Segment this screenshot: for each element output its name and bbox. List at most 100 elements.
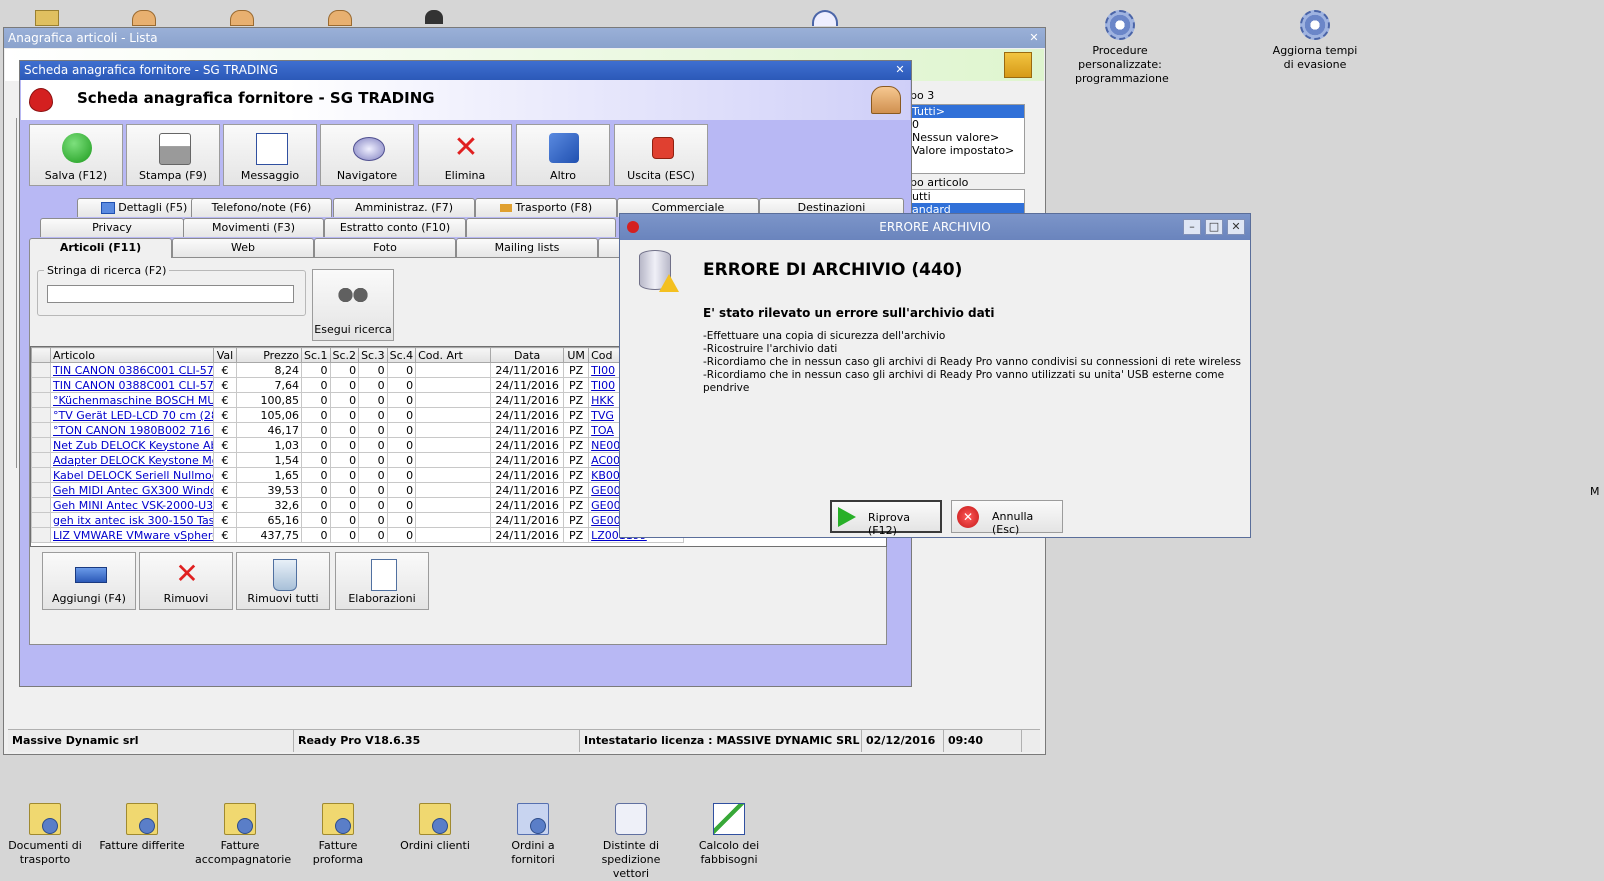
remove-all-button[interactable]: Rimuovi tutti <box>236 552 330 610</box>
maximize-button[interactable]: □ <box>1205 219 1223 235</box>
table-row[interactable]: LIZ VMWARE VMware vSphere... €437,75 0 0 0 0 2… <box>31 527 685 543</box>
filter-option[interactable]: Valore impostato> <box>910 144 1024 157</box>
row-indicator[interactable] <box>31 512 51 528</box>
tab-amministrazione[interactable]: Amministraz. (F7) <box>333 198 475 217</box>
row-indicator[interactable] <box>31 497 51 513</box>
supplier-window-titlebar[interactable]: Scheda anagrafica fornitore - SG TRADING <box>20 61 911 80</box>
row-indicator[interactable] <box>31 422 51 438</box>
filter-option[interactable]: Tutti> <box>910 105 1024 118</box>
close-icon[interactable]: ✕ <box>893 63 907 77</box>
row-indicator[interactable] <box>31 452 51 468</box>
table-row[interactable]: °TON CANON 1980B002 716 C...€46,17000024… <box>31 422 685 438</box>
table-row[interactable]: °Küchenmaschine BOSCH MUM...€100,8500002… <box>31 392 685 408</box>
tab-estratto-conto[interactable]: Estratto conto (F10) <box>324 218 466 237</box>
tab-articoli[interactable]: Articoli (F11) <box>29 238 172 258</box>
article-name-cell[interactable]: Geh MIDI Antec GX300 Windo... <box>50 482 214 498</box>
row-indicator[interactable] <box>31 482 51 498</box>
filter-option[interactable]: Nessun valore> <box>910 131 1024 144</box>
remove-button[interactable]: ✕ Rimuovi <box>139 552 233 610</box>
desktop-top-icon[interactable] <box>132 10 156 26</box>
filter-group-3-list[interactable]: Tutti> 0 Nessun valore> Valore impostato… <box>909 104 1025 174</box>
tab-mailing-lists[interactable]: Mailing lists <box>456 238 598 257</box>
clock-icon[interactable] <box>812 10 838 26</box>
column-header[interactable]: Data <box>490 347 565 363</box>
article-name-cell[interactable]: Kabel DELOCK Seriell Nullmode... <box>50 467 214 483</box>
other-button[interactable]: Altro <box>516 124 610 186</box>
column-header[interactable]: UM <box>563 347 590 363</box>
column-header[interactable]: Sc.1 <box>301 347 331 363</box>
filter-option[interactable]: utti <box>910 190 1024 203</box>
process-button[interactable]: Elaborazioni <box>335 552 429 610</box>
article-name-cell[interactable]: Net Zub DELOCK Keystone Ab... <box>50 437 214 453</box>
desktop-top-icon[interactable] <box>328 10 352 26</box>
article-name-cell[interactable]: LIZ VMWARE VMware vSphere... <box>50 527 214 543</box>
table-row[interactable]: Geh MINI Antec VSK-2000-U3 ... €32,6 0 0 0 0 2… <box>31 497 685 513</box>
table-row[interactable]: geh itx antec isk 300-150 Tasti...€65,16… <box>31 512 685 528</box>
close-icon[interactable]: ✕ <box>1027 31 1041 45</box>
desktop-icon-documenti-trasporto[interactable]: Documenti di trasporto <box>0 803 90 867</box>
row-indicator[interactable] <box>31 362 51 378</box>
main-window-titlebar[interactable]: Anagrafica articoli - Lista <box>4 28 1045 48</box>
article-name-cell[interactable]: Geh MINI Antec VSK-2000-U3 ... <box>50 497 214 513</box>
row-indicator[interactable] <box>31 392 51 408</box>
save-button[interactable]: Salva (F12) <box>29 124 123 186</box>
tab-foto[interactable]: Foto <box>314 238 456 257</box>
navigator-button[interactable]: Navigatore <box>320 124 414 186</box>
row-indicator[interactable] <box>31 437 51 453</box>
column-header[interactable]: Val <box>213 347 237 363</box>
table-row[interactable]: Net Zub DELOCK Keystone Ab... €1,03 0 0 0 0 24… <box>31 437 685 453</box>
close-button[interactable]: ✕ <box>1227 219 1245 235</box>
filter-option[interactable]: 0 <box>910 118 1024 131</box>
error-dialog-titlebar[interactable]: ERRORE ARCHIVIO <box>620 214 1250 240</box>
delete-button[interactable]: ✕ Elimina <box>418 124 512 186</box>
table-row[interactable]: TIN CANON 0388C001 CLI-571... €7,64 0 0 0 0 24… <box>31 377 685 393</box>
article-name-cell[interactable]: °Küchenmaschine BOSCH MUM... <box>50 392 214 408</box>
column-header[interactable]: Sc.2 <box>329 347 360 363</box>
article-name-cell[interactable]: TIN CANON 0386C001 CLI-571... <box>50 362 214 378</box>
tab-trasporto[interactable]: Trasporto (F8) <box>475 198 617 217</box>
tab-privacy[interactable]: Privacy <box>40 218 184 237</box>
message-button[interactable]: Messaggio <box>223 124 317 186</box>
desktop-icon-fatture-proforma[interactable]: Fatture proforma <box>293 803 383 867</box>
print-button[interactable]: Stampa (F9) <box>126 124 220 186</box>
table-row[interactable]: Adapter DELOCK Keystone Mo... €1,54 0 0 0 0 24… <box>31 452 685 468</box>
desktop-icon-distinte-spedizione[interactable]: Distinte di spedizione vettori <box>586 803 676 881</box>
column-header[interactable]: Cod. Art <box>415 347 492 363</box>
desktop-icon-ordini-fornitori[interactable]: Ordini a fornitori <box>488 803 578 867</box>
column-header[interactable]: Articolo <box>50 347 214 363</box>
row-indicator[interactable] <box>31 527 51 543</box>
row-indicator[interactable] <box>31 377 51 393</box>
desktop-top-icon[interactable] <box>230 10 254 26</box>
tab-web[interactable]: Web <box>172 238 314 257</box>
desktop-top-icon[interactable] <box>425 10 443 24</box>
desktop-icon-calcolo-fabbisogni[interactable]: Calcolo dei fabbisogni <box>684 803 774 867</box>
row-indicator[interactable] <box>31 467 51 483</box>
minimize-button[interactable]: – <box>1183 219 1201 235</box>
desktop-icon-procedure[interactable]: Procedure personalizzate: programmazione <box>1075 10 1169 86</box>
article-name-cell[interactable]: geh itx antec isk 300-150 Tasti... <box>50 512 214 528</box>
article-name-cell[interactable]: Adapter DELOCK Keystone Mo... <box>50 452 214 468</box>
table-row[interactable]: Kabel DELOCK Seriell Nullmode...€1,65000… <box>31 467 685 483</box>
column-header[interactable]: Prezzo <box>236 347 302 363</box>
column-header[interactable]: Sc.3 <box>358 347 388 363</box>
tab-row2-blank[interactable] <box>466 218 616 237</box>
desktop-icon-ordini-clienti[interactable]: Ordini clienti <box>390 803 480 853</box>
retry-button[interactable]: Riprova (F12) <box>830 500 942 537</box>
desktop-icon-fatture-accompagnatorie[interactable]: Fatture accompagnatorie <box>195 803 291 867</box>
table-row[interactable]: TIN CANON 0386C001 CLI-571... €8,24 0 0 0 0 24… <box>31 362 685 378</box>
article-name-cell[interactable]: °TON CANON 1980B002 716 C... <box>50 422 214 438</box>
desktop-icon-fatture-differite[interactable]: Fatture differite <box>97 803 187 853</box>
article-name-cell[interactable]: TIN CANON 0388C001 CLI-571... <box>50 377 214 393</box>
tab-telefono-note[interactable]: Telefono/note (F6) <box>191 198 332 217</box>
tab-movimenti[interactable]: Movimenti (F3) <box>183 218 324 237</box>
search-input[interactable] <box>47 285 294 303</box>
add-button[interactable]: Aggiungi (F4) <box>42 552 136 610</box>
table-row[interactable]: Geh MIDI Antec GX300 Windo... €39,53 0 0 0 0 2… <box>31 482 685 498</box>
cancel-button[interactable]: ✕ Annulla (Esc) <box>951 500 1063 536</box>
table-row[interactable]: °TV Gerät LED-LCD 70 cm (28")...€105,060… <box>31 407 685 423</box>
row-indicator[interactable] <box>31 407 51 423</box>
exit-button[interactable]: Uscita (ESC) <box>614 124 708 186</box>
desktop-top-icon[interactable] <box>35 10 59 26</box>
search-button[interactable]: Esegui ricerca <box>312 269 394 341</box>
desktop-icon-aggiorna-tempi[interactable]: Aggiorna tempi di evasione <box>1270 10 1360 72</box>
